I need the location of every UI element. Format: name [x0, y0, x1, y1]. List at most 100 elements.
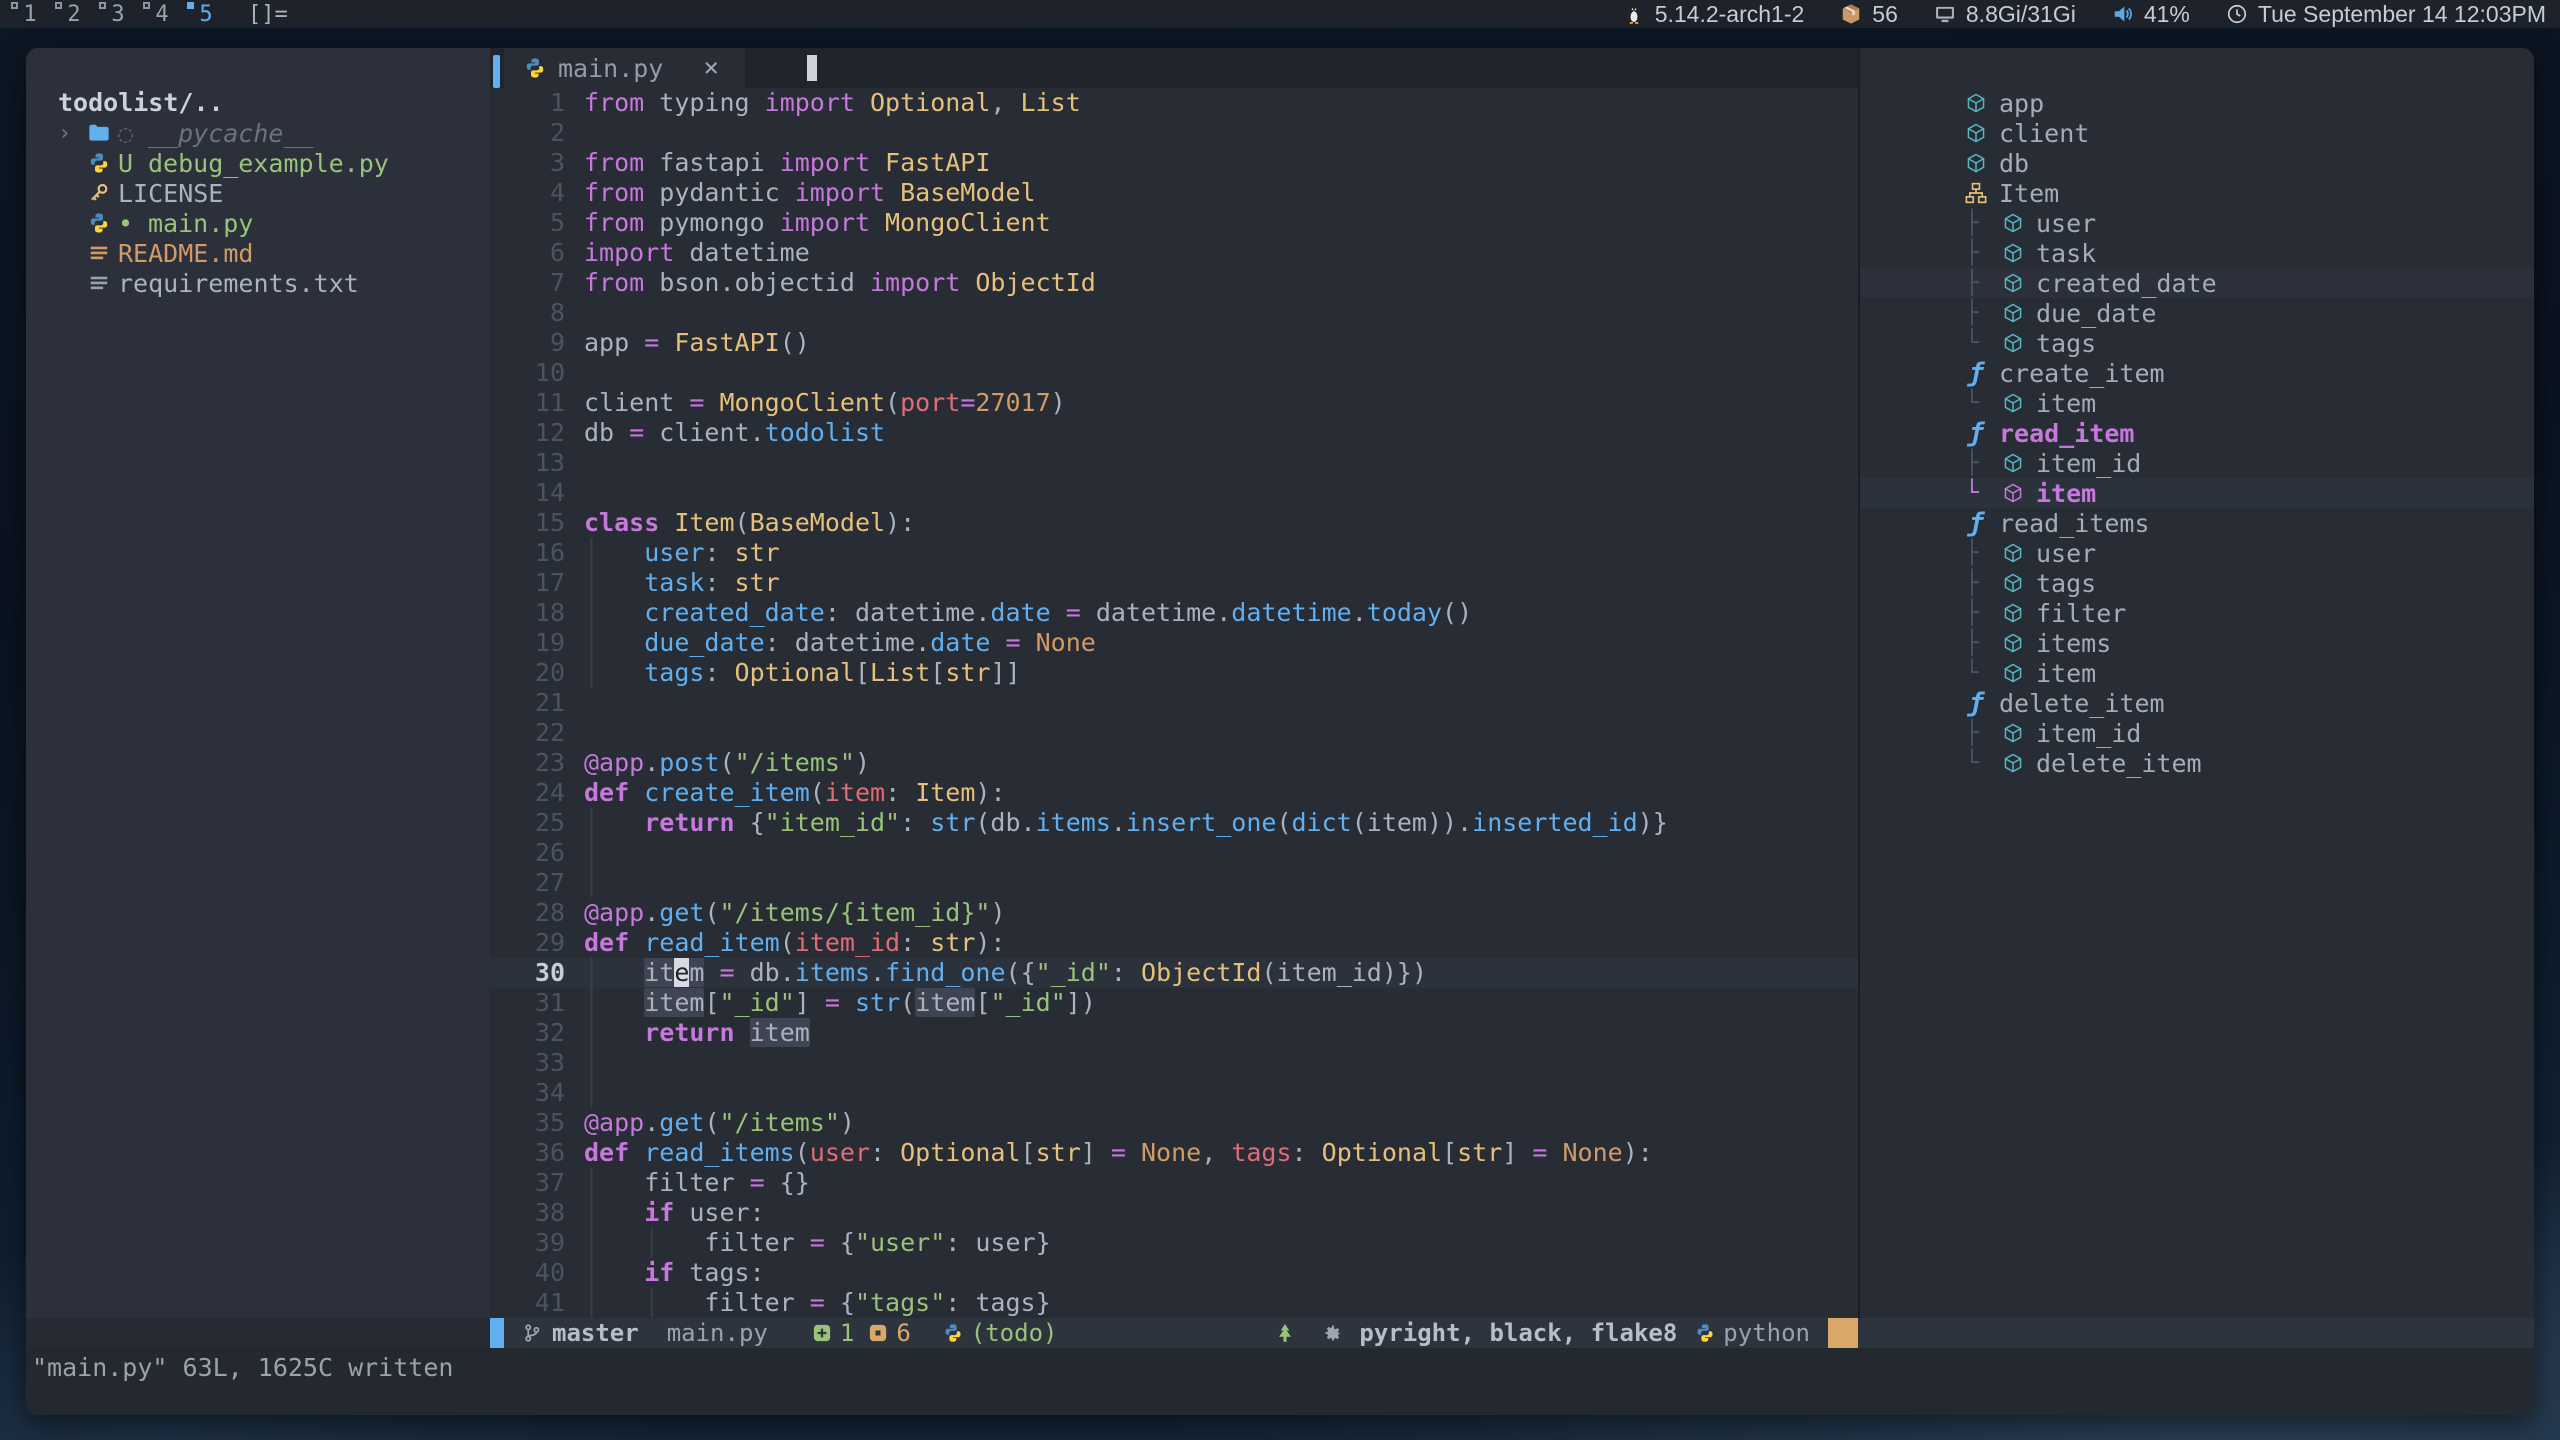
editor-column: main.py × 1from typing import Optional, … — [490, 48, 1858, 1318]
cube-icon — [1965, 152, 1987, 174]
code-line[interactable]: 15class Item(BaseModel): — [490, 508, 1858, 538]
code-line[interactable]: 28@app.get("/items/{item_id}") — [490, 898, 1858, 928]
symbol-name: created_date — [2036, 269, 2217, 298]
tab-close-icon[interactable]: × — [703, 53, 719, 83]
code-line[interactable]: 6import datetime — [490, 238, 1858, 268]
code-line[interactable]: 11client = MongoClient(port=27017) — [490, 388, 1858, 418]
outline-item-app[interactable]: app — [1860, 88, 2534, 118]
code-line[interactable]: 22 — [490, 718, 1858, 748]
cube-icon — [2002, 302, 2024, 324]
workspace-2[interactable]: 2 — [52, 0, 96, 28]
outline-item-tags[interactable]: ├tags — [1860, 568, 2534, 598]
code-line[interactable]: 16│ user: str — [490, 538, 1858, 568]
file-tree-item-__pycache__[interactable]: ›◌__pycache__ — [26, 118, 490, 148]
workspace-label: 2 — [67, 2, 80, 27]
code-line[interactable]: 33│ — [490, 1048, 1858, 1078]
tree-scrollbar[interactable] — [493, 55, 500, 88]
code-line[interactable]: 7from bson.objectid import ObjectId — [490, 268, 1858, 298]
code-line[interactable]: 32│ return item — [490, 1018, 1858, 1048]
code-text: app = FastAPI() — [565, 328, 810, 358]
outline-item-item[interactable]: └item — [1860, 388, 2534, 418]
code-line[interactable]: 12db = client.todolist — [490, 418, 1858, 448]
code-line[interactable]: 4from pydantic import BaseModel — [490, 178, 1858, 208]
outline-item-task[interactable]: ├task — [1860, 238, 2534, 268]
code-line[interactable]: 39│ │ filter = {"user": user} — [490, 1228, 1858, 1258]
outline-item-item[interactable]: └item — [1860, 658, 2534, 688]
code-line[interactable]: 38│ if user: — [490, 1198, 1858, 1228]
code-line[interactable]: 10 — [490, 358, 1858, 388]
code-line[interactable]: 25│ return {"item_id": str(db.items.inse… — [490, 808, 1858, 838]
code-token: today — [1367, 598, 1442, 627]
symbol-name: item_id — [2036, 449, 2141, 478]
outline-item-read_item[interactable]: ƒread_item — [1860, 418, 2534, 448]
code-line[interactable]: 2 — [490, 118, 1858, 148]
outline-item-created_date[interactable]: ├created_date — [1860, 268, 2534, 298]
outline-item-user[interactable]: ├user — [1860, 538, 2534, 568]
code-text: │ created_date: datetime.date = datetime… — [565, 598, 1472, 628]
file-tree-root[interactable]: todolist/.. — [26, 88, 490, 118]
code-line[interactable]: 26│ — [490, 838, 1858, 868]
outline-item-delete_item[interactable]: └delete_item — [1860, 748, 2534, 778]
code-line[interactable]: 19│ due_date: datetime.date = None — [490, 628, 1858, 658]
outline-item-db[interactable]: db — [1860, 148, 2534, 178]
outline-item-item_id[interactable]: ├item_id — [1860, 718, 2534, 748]
code-line[interactable]: 20│ tags: Optional[List[str]] — [490, 658, 1858, 688]
file-tree-item-README.md[interactable]: README.md — [26, 238, 490, 268]
cube-icon — [1965, 92, 1987, 114]
line-number: 16 — [490, 538, 565, 568]
workspace-3[interactable]: 3 — [96, 0, 140, 28]
symbol-name: item — [2036, 479, 2096, 508]
workspace-5[interactable]: 5 — [184, 0, 228, 28]
outline-item-Item[interactable]: Item — [1860, 178, 2534, 208]
file-name: main.py — [148, 209, 253, 238]
outline-item-delete_item[interactable]: ƒdelete_item — [1860, 688, 2534, 718]
file-tree-item-LICENSE[interactable]: LICENSE — [26, 178, 490, 208]
bar-status-text: 8.8Gi/31Gi — [1966, 1, 2076, 28]
outline-item-filter[interactable]: ├filter — [1860, 598, 2534, 628]
tab-main-py[interactable]: main.py × — [504, 48, 745, 88]
outline-item-item[interactable]: └item — [1860, 478, 2534, 508]
outline-item-read_items[interactable]: ƒread_items — [1860, 508, 2534, 538]
outline-item-client[interactable]: client — [1860, 118, 2534, 148]
outline-item-tags[interactable]: └tags — [1860, 328, 2534, 358]
outline-item-item_id[interactable]: ├item_id — [1860, 448, 2534, 478]
code-line[interactable]: 17│ task: str — [490, 568, 1858, 598]
code-line[interactable]: 35@app.get("/items") — [490, 1108, 1858, 1138]
code-line[interactable]: 8 — [490, 298, 1858, 328]
outline-item-due_date[interactable]: ├due_date — [1860, 298, 2534, 328]
code-line[interactable]: 1from typing import Optional, List — [490, 88, 1858, 118]
code-token: datetime — [674, 238, 809, 267]
code-line[interactable]: 29def read_item(item_id: str): — [490, 928, 1858, 958]
code-line[interactable]: 5from pymongo import MongoClient — [490, 208, 1858, 238]
code-line[interactable]: 37│ filter = {} — [490, 1168, 1858, 1198]
code-area[interactable]: 1from typing import Optional, List23from… — [490, 88, 1858, 1318]
code-line[interactable]: 27│ — [490, 868, 1858, 898]
file-tree-item-debug_example.py[interactable]: Udebug_example.py — [26, 148, 490, 178]
code-line[interactable]: 13 — [490, 448, 1858, 478]
code-line[interactable]: 21 — [490, 688, 1858, 718]
code-token: None — [1021, 628, 1096, 657]
outline-item-user[interactable]: ├user — [1860, 208, 2534, 238]
code-line[interactable]: 34│ — [490, 1078, 1858, 1108]
file-tree-item-requirements.txt[interactable]: requirements.txt — [26, 268, 490, 298]
code-text: │ if user: — [565, 1198, 765, 1228]
code-line[interactable]: 14 — [490, 478, 1858, 508]
code-line[interactable]: 30│ item = db.items.find_one({"_id": Obj… — [490, 958, 1858, 988]
code-line[interactable]: 31│ item["_id"] = str(item["_id"]) — [490, 988, 1858, 1018]
code-line[interactable]: 24def create_item(item: Item): — [490, 778, 1858, 808]
code-line[interactable]: 40│ if tags: — [490, 1258, 1858, 1288]
outline-item-items[interactable]: ├items — [1860, 628, 2534, 658]
line-number: 31 — [490, 988, 565, 1018]
outline-item-create_item[interactable]: ƒcreate_item — [1860, 358, 2534, 388]
code-token: Optional — [735, 658, 855, 687]
file-tree-item-main.py[interactable]: •main.py — [26, 208, 490, 238]
code-line[interactable]: 18│ created_date: datetime.date = dateti… — [490, 598, 1858, 628]
workspace-4[interactable]: 4 — [140, 0, 184, 28]
code-line[interactable]: 23@app.post("/items") — [490, 748, 1858, 778]
code-line[interactable]: 36def read_items(user: Optional[str] = N… — [490, 1138, 1858, 1168]
code-line[interactable]: 9app = FastAPI() — [490, 328, 1858, 358]
cube-icon — [2002, 272, 2024, 294]
code-line[interactable]: 3from fastapi import FastAPI — [490, 148, 1858, 178]
workspace-1[interactable]: 1 — [8, 0, 52, 28]
code-line[interactable]: 41│ │ filter = {"tags": tags} — [490, 1288, 1858, 1318]
